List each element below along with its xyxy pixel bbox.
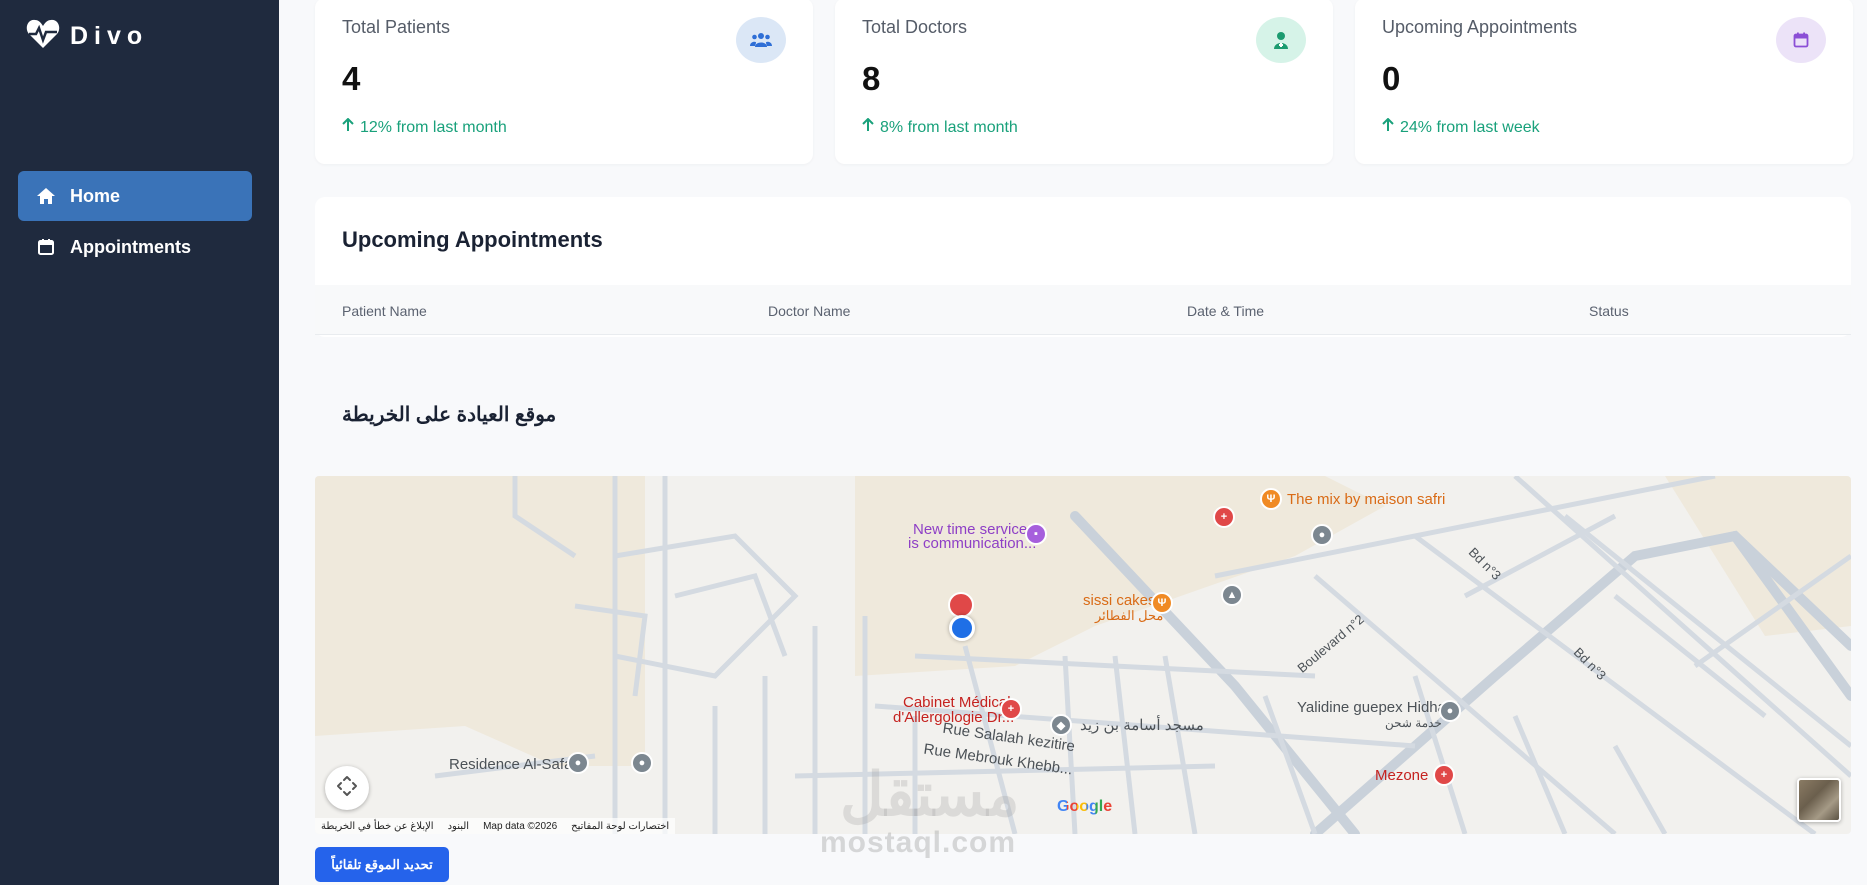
sidebar-item-appointments[interactable]: Appointments [18,222,252,272]
current-location-icon[interactable] [949,615,975,641]
place-label[interactable]: sissi cakes [1083,593,1156,609]
upcoming-appointments-panel: Upcoming Appointments Patient Name Docto… [315,197,1851,337]
users-icon [736,17,786,63]
stat-label: Total Doctors [862,17,968,37]
attribution-link[interactable]: البنود [448,821,469,832]
place-label[interactable]: Residence Al-Safaa [449,757,581,773]
restaurant-pin-icon[interactable]: Ψ [1260,488,1282,510]
place-label[interactable]: مسجد أسامة بن زيد [1080,718,1204,734]
attribution-link[interactable]: الإبلاغ عن خطأ في الخريطة [321,821,434,832]
google-logo: Google [1057,798,1112,816]
restaurant-pin-icon[interactable]: Ψ [1151,592,1173,614]
pan-control-button[interactable] [325,766,369,810]
home-icon [36,186,56,206]
stat-card-upcoming: Upcoming Appointments 0 24% from last we… [1355,0,1853,164]
stat-card-patients: Total Patients 4 12% from last month [315,0,813,164]
map-attribution: الإبلاغ عن خطأ في الخريطة البنود Map dat… [315,818,676,834]
place-pin-icon[interactable]: ● [1311,524,1333,546]
table-header: Patient Name Doctor Name Date & Time Sta… [315,285,1851,335]
doctor-icon [1256,17,1306,63]
calendar-icon [36,237,56,257]
arrow-up-icon [1382,117,1394,137]
map-title: موقع العيادة على الخريطة [342,404,557,426]
stat-value: 8 [862,60,881,97]
sidebar-item-label: Appointments [70,236,191,257]
auto-locate-button[interactable]: تحديد الموقع تلقائياً [315,847,449,882]
satellite-toggle-button[interactable] [1797,778,1841,822]
calendar-icon [1776,17,1826,63]
stat-trend: 24% from last week [1382,117,1540,137]
school-pin-icon[interactable]: ▲ [1221,584,1243,606]
place-pin-icon[interactable]: ● [631,752,653,774]
brand-name: Divo [70,22,149,50]
place-label[interactable]: The mix by maison safri [1287,492,1445,508]
move-arrows-icon [336,775,358,802]
place-label[interactable]: is communication... [908,536,1036,552]
heart-pulse-icon [26,18,60,55]
attribution-text: Map data ©2026 [483,820,558,832]
sidebar-nav: Home Appointments [18,171,252,273]
column-header[interactable]: Doctor Name [768,303,850,319]
shop-pin-icon[interactable]: ▪ [1025,523,1047,545]
medical-pin-icon[interactable]: + [1000,698,1022,720]
column-header[interactable]: Date & Time [1187,303,1264,319]
medical-pin-icon[interactable]: + [1433,764,1455,786]
watermark: mostaql.com [820,826,1017,859]
place-pin-icon[interactable]: ● [567,752,589,774]
place-pin-icon[interactable]: ● [1439,700,1461,722]
sidebar-item-home[interactable]: Home [18,171,252,221]
section-title: Upcoming Appointments [342,227,603,252]
watermark-arabic: مستقل [840,761,1020,828]
medical-pin-icon[interactable]: + [1213,506,1235,528]
stat-label: Total Patients [342,17,451,37]
mosque-pin-icon[interactable]: ◆ [1050,714,1072,736]
map-view[interactable]: New time services is communication... ▪ … [315,476,1851,834]
arrow-up-icon [342,117,354,137]
column-header[interactable]: Patient Name [342,303,427,319]
place-label[interactable]: Yalidine guepex Hidhab [1297,700,1454,716]
map-streets [315,476,1851,834]
attribution-link[interactable]: اختصارات لوحة المفاتيح [571,821,669,832]
stat-value: 0 [1382,60,1401,97]
stat-card-doctors: Total Doctors 8 8% from last month [835,0,1333,164]
google-wordmark: Google [1057,798,1113,815]
column-header[interactable]: Status [1589,303,1629,319]
place-label[interactable]: Mezone [1375,768,1428,784]
arrow-up-icon [862,117,874,137]
sidebar: Divo Home Appointments [0,0,279,885]
place-label[interactable]: خدمة شحن [1385,715,1442,731]
stat-trend: 8% from last month [862,117,1018,137]
sidebar-item-label: Home [70,185,121,206]
stat-trend-text: 12% from last month [360,118,507,136]
stat-trend-text: 24% from last week [1400,118,1540,136]
stat-label: Upcoming Appointments [1382,17,1578,37]
main-content: Total Patients 4 12% from last month Tot… [279,0,1867,885]
stat-value: 4 [342,60,361,97]
stat-trend: 12% from last month [342,117,507,137]
logo[interactable]: Divo [26,18,148,55]
stat-trend-text: 8% from last month [880,118,1018,136]
